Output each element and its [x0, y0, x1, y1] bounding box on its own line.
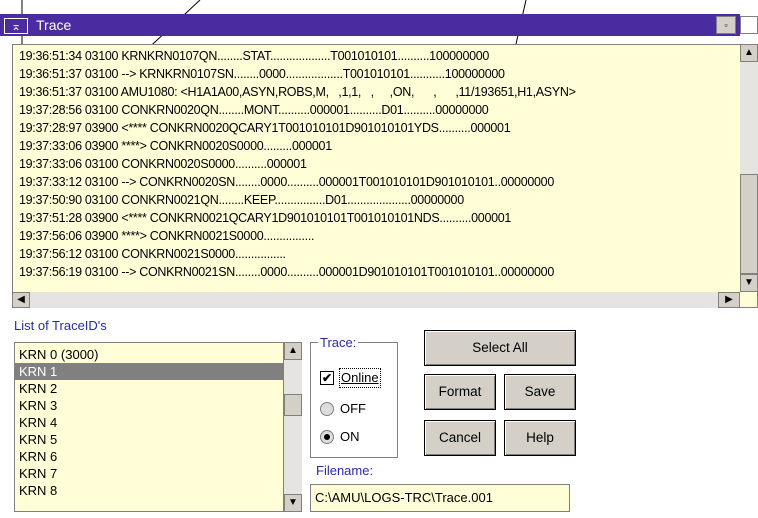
help-button[interactable]: Help	[504, 420, 576, 456]
restore-button[interactable]: ▫	[716, 16, 736, 34]
scroll-thumb[interactable]	[740, 174, 758, 274]
log-line: 19:37:33:06 03100 CONKRN0020S0000.......…	[19, 157, 307, 171]
list-item[interactable]: KRN 8	[15, 482, 283, 499]
list-item[interactable]: KRN 5	[15, 431, 283, 448]
scroll-right-icon[interactable]: ▶	[718, 292, 740, 308]
on-radio[interactable]	[320, 430, 334, 444]
window-title: Trace	[36, 17, 72, 33]
log-line: 19:37:28:97 03900 <**** CONKRN0020QCARY1…	[19, 121, 511, 135]
system-menu-icon[interactable]: ⌅	[4, 18, 28, 34]
online-checkbox[interactable]: ✔	[320, 371, 334, 385]
traceid-listbox[interactable]: KRN 0 (3000) KRN 1 KRN 2 KRN 3 KRN 4 KRN…	[14, 342, 284, 512]
log-vertical-scrollbar[interactable]: ▲ ▼	[740, 44, 758, 292]
list-item[interactable]: KRN 2	[15, 380, 283, 397]
filename-label: Filename:	[316, 463, 374, 478]
filename-field[interactable]: C:\AMU\LOGS-TRC\Trace.001	[310, 484, 570, 512]
top-strip	[0, 0, 758, 14]
title-bar	[0, 14, 740, 36]
save-button[interactable]: Save	[504, 374, 576, 410]
log-line: 19:36:51:37 03100 AMU1080: <H1A1A00,ASYN…	[19, 85, 576, 99]
scroll-down-icon[interactable]: ▼	[740, 274, 758, 292]
cancel-button[interactable]: Cancel	[424, 420, 496, 456]
off-radio[interactable]	[320, 402, 334, 416]
list-scrollbar[interactable]: ▲ ▼	[284, 342, 302, 512]
format-button[interactable]: Format	[424, 374, 496, 410]
log-line: 19:37:56:19 03100 --> CONKRN0021SN......…	[19, 265, 554, 279]
on-label[interactable]: ON	[340, 428, 360, 446]
log-line: 19:37:33:06 03900 ****> CONKRN0020S0000.…	[19, 139, 332, 153]
scroll-up-icon[interactable]: ▲	[740, 44, 758, 62]
list-item[interactable]: KRN 3	[15, 397, 283, 414]
list-scroll-down-icon[interactable]: ▼	[284, 494, 302, 512]
log-line: 19:37:28:56 03100 CONKRN0020QN........MO…	[19, 103, 489, 117]
log-line: 19:37:50:90 03100 CONKRN0021QN........KE…	[19, 193, 464, 207]
list-scroll-up-icon[interactable]: ▲	[284, 342, 302, 360]
scroll-left-icon[interactable]: ◀	[12, 292, 30, 308]
list-item[interactable]: KRN 0 (3000)	[15, 346, 283, 363]
traceid-list-label: List of TraceID's	[14, 318, 107, 333]
list-item[interactable]: KRN 7	[15, 465, 283, 482]
list-item[interactable]: KRN 6	[15, 448, 283, 465]
log-line: 19:36:51:37 03100 --> KRNKRN0107SN......…	[19, 67, 505, 81]
online-label[interactable]: Online	[339, 368, 381, 388]
select-all-button[interactable]: Select All	[424, 330, 576, 366]
log-horizontal-scrollbar[interactable]: ◀ ▶	[12, 292, 740, 308]
trace-log[interactable]: 19:36:51:34 03100 KRNKRN0107QN........ST…	[12, 44, 758, 308]
list-item[interactable]: KRN 4	[15, 414, 283, 431]
log-line: 19:37:56:06 03900 ****> CONKRN0021S0000.…	[19, 229, 315, 243]
trace-group-label: Trace:	[318, 335, 359, 350]
log-line: 19:37:33:12 03100 --> CONKRN0020SN......…	[19, 175, 554, 189]
log-line: 19:37:56:12 03100 CONKRN0021S0000.......…	[19, 247, 286, 261]
log-line: 19:37:51:28 03900 <**** CONKRN0021QCARY1…	[19, 211, 512, 225]
list-item-selected[interactable]: KRN 1	[15, 363, 283, 380]
log-line: 19:36:51:34 03100 KRNKRN0107QN........ST…	[19, 49, 490, 63]
off-label[interactable]: OFF	[340, 400, 366, 418]
list-scroll-thumb[interactable]	[284, 394, 302, 416]
maximize-button[interactable]	[740, 16, 758, 34]
